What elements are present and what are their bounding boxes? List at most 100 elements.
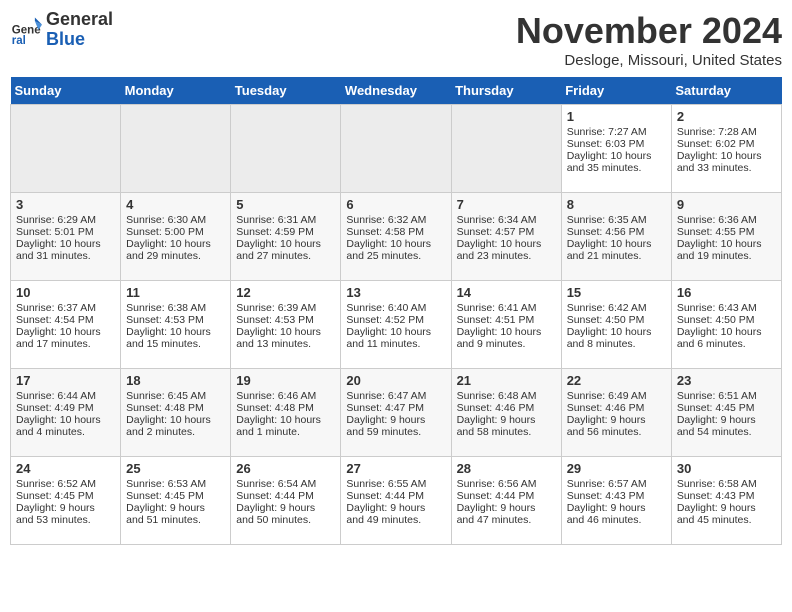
calendar-cell: 5Sunrise: 6:31 AMSunset: 4:59 PMDaylight… xyxy=(231,193,341,281)
location: Desloge, Missouri, United States xyxy=(516,52,782,69)
sunset-text: Sunset: 4:47 PM xyxy=(346,402,424,414)
sunrise-text: Sunrise: 6:43 AM xyxy=(677,302,757,314)
logo: Gene ral General Blue xyxy=(10,10,113,50)
calendar-cell: 17 Sunrise: 6:44 AMSunset: 4:49 PMDayligh… xyxy=(11,369,121,457)
sunrise-text: Sunrise: 6:42 AM xyxy=(567,302,647,314)
calendar-table: SundayMondayTuesdayWednesdayThursdayFrid… xyxy=(10,77,782,545)
daylight-text: Daylight: 10 hours and 17 minutes. xyxy=(16,326,101,350)
daylight-text: Daylight: 10 hours and 6 minutes. xyxy=(677,326,762,350)
sunrise-text: Sunrise: 6:29 AM xyxy=(16,214,96,226)
day-number: 8 xyxy=(567,197,666,212)
calendar-cell: 22Sunrise: 6:49 AMSunset: 4:46 PMDayligh… xyxy=(561,369,671,457)
daylight-text: Daylight: 9 hours and 53 minutes. xyxy=(16,502,95,526)
weekday-header: Sunday xyxy=(11,77,121,105)
day-number: 4 xyxy=(126,197,225,212)
daylight-text: Daylight: 9 hours and 51 minutes. xyxy=(126,502,205,526)
daylight-text: Daylight: 9 hours and 45 minutes. xyxy=(677,502,756,526)
daylight-text: Daylight: 10 hours and 2 minutes. xyxy=(126,414,211,438)
daylight-text: Daylight: 10 hours and 33 minutes. xyxy=(677,150,762,174)
sunset-text: Sunset: 4:53 PM xyxy=(126,314,204,326)
calendar-cell: 19Sunrise: 6:46 AMSunset: 4:48 PMDayligh… xyxy=(231,369,341,457)
sunset-text: Sunset: 4:53 PM xyxy=(236,314,314,326)
daylight-text: Daylight: 10 hours and 11 minutes. xyxy=(346,326,431,350)
title-section: November 2024 Desloge, Missouri, United … xyxy=(516,10,782,69)
calendar-cell: 4Sunrise: 6:30 AMSunset: 5:00 PMDaylight… xyxy=(121,193,231,281)
day-number: 22 xyxy=(567,373,666,388)
sunset-text: Sunset: 4:48 PM xyxy=(126,402,204,414)
daylight-text: Daylight: 10 hours and 1 minute. xyxy=(236,414,321,438)
calendar-week-row: 17Sunrise: 6:44 AMSunset: 4:49 PMDayligh… xyxy=(11,369,782,457)
sunrise-text: Sunrise: 6:37 AM xyxy=(16,302,96,314)
day-number: 16 xyxy=(677,285,776,300)
sunrise-text: Sunrise: 6:36 AM xyxy=(677,214,757,226)
weekday-header: Wednesday xyxy=(341,77,451,105)
day-number: 12 xyxy=(236,285,335,300)
sunset-text: Sunset: 4:58 PM xyxy=(346,226,424,238)
weekday-header: Monday xyxy=(121,77,231,105)
sunset-text: Sunset: 4:44 PM xyxy=(457,490,535,502)
calendar-cell xyxy=(11,105,121,193)
calendar-cell: 2Sunrise: 7:28 AMSunset: 6:02 PMDaylight… xyxy=(671,105,781,193)
sunrise-text: Sunrise: 6:58 AM xyxy=(677,478,757,490)
sunset-text: Sunset: 4:43 PM xyxy=(567,490,645,502)
calendar-cell: 12Sunrise: 6:39 AMSunset: 4:53 PMDayligh… xyxy=(231,281,341,369)
sunset-text: Sunset: 4:43 PM xyxy=(677,490,755,502)
sunrise-text: Sunrise: 6:44 AM xyxy=(16,390,96,402)
svg-text:ral: ral xyxy=(12,35,26,46)
sunrise-text: Sunrise: 7:27 AM xyxy=(567,126,647,138)
calendar-cell xyxy=(341,105,451,193)
sunrise-text: Sunrise: 6:57 AM xyxy=(567,478,647,490)
calendar-cell: 28Sunrise: 6:56 AMSunset: 4:44 PMDayligh… xyxy=(451,457,561,545)
sunrise-text: Sunrise: 6:35 AM xyxy=(567,214,647,226)
sunset-text: Sunset: 4:45 PM xyxy=(126,490,204,502)
day-number: 10 xyxy=(16,285,115,300)
day-number: 28 xyxy=(457,461,556,476)
calendar-week-row: 3Sunrise: 6:29 AMSunset: 5:01 PMDaylight… xyxy=(11,193,782,281)
daylight-text: Daylight: 9 hours and 59 minutes. xyxy=(346,414,425,438)
sunrise-text: Sunrise: 6:39 AM xyxy=(236,302,316,314)
calendar-cell: 29Sunrise: 6:57 AMSunset: 4:43 PMDayligh… xyxy=(561,457,671,545)
day-number: 30 xyxy=(677,461,776,476)
calendar-cell: 9Sunrise: 6:36 AMSunset: 4:55 PMDaylight… xyxy=(671,193,781,281)
sunrise-text: Sunrise: 7:28 AM xyxy=(677,126,757,138)
daylight-text: Daylight: 10 hours and 23 minutes. xyxy=(457,238,542,262)
day-number: 27 xyxy=(346,461,445,476)
day-number: 23 xyxy=(677,373,776,388)
calendar-cell: 8Sunrise: 6:35 AMSunset: 4:56 PMDaylight… xyxy=(561,193,671,281)
sunset-text: Sunset: 4:46 PM xyxy=(567,402,645,414)
sunset-text: Sunset: 4:48 PM xyxy=(236,402,314,414)
sunset-text: Sunset: 4:59 PM xyxy=(236,226,314,238)
calendar-cell: 6Sunrise: 6:32 AMSunset: 4:58 PMDaylight… xyxy=(341,193,451,281)
logo-text: General Blue xyxy=(46,10,113,50)
daylight-text: Daylight: 10 hours and 9 minutes. xyxy=(457,326,542,350)
sunset-text: Sunset: 4:51 PM xyxy=(457,314,535,326)
day-number: 1 xyxy=(567,109,666,124)
sunset-text: Sunset: 6:02 PM xyxy=(677,138,755,150)
daylight-text: Daylight: 10 hours and 4 minutes. xyxy=(16,414,101,438)
sunrise-text: Sunrise: 6:55 AM xyxy=(346,478,426,490)
sunset-text: Sunset: 4:57 PM xyxy=(457,226,535,238)
day-number: 9 xyxy=(677,197,776,212)
sunrise-text: Sunrise: 6:32 AM xyxy=(346,214,426,226)
calendar-cell: 24Sunrise: 6:52 AMSunset: 4:45 PMDayligh… xyxy=(11,457,121,545)
sunset-text: Sunset: 4:45 PM xyxy=(677,402,755,414)
sunrise-text: Sunrise: 6:52 AM xyxy=(16,478,96,490)
month-title: November 2024 xyxy=(516,10,782,52)
calendar-cell: 13Sunrise: 6:40 AMSunset: 4:52 PMDayligh… xyxy=(341,281,451,369)
day-number: 19 xyxy=(236,373,335,388)
calendar-cell xyxy=(231,105,341,193)
sunset-text: Sunset: 4:44 PM xyxy=(346,490,424,502)
calendar-week-row: 10Sunrise: 6:37 AMSunset: 4:54 PMDayligh… xyxy=(11,281,782,369)
calendar-cell: 14Sunrise: 6:41 AMSunset: 4:51 PMDayligh… xyxy=(451,281,561,369)
weekday-header: Tuesday xyxy=(231,77,341,105)
calendar-cell: 11Sunrise: 6:38 AMSunset: 4:53 PMDayligh… xyxy=(121,281,231,369)
calendar-cell: 20Sunrise: 6:47 AMSunset: 4:47 PMDayligh… xyxy=(341,369,451,457)
day-number: 17 xyxy=(16,373,115,388)
day-number: 3 xyxy=(16,197,115,212)
daylight-text: Daylight: 9 hours and 50 minutes. xyxy=(236,502,315,526)
daylight-text: Daylight: 10 hours and 21 minutes. xyxy=(567,238,652,262)
day-number: 6 xyxy=(346,197,445,212)
sunset-text: Sunset: 4:49 PM xyxy=(16,402,94,414)
day-number: 5 xyxy=(236,197,335,212)
calendar-week-row: 1Sunrise: 7:27 AMSunset: 6:03 PMDaylight… xyxy=(11,105,782,193)
